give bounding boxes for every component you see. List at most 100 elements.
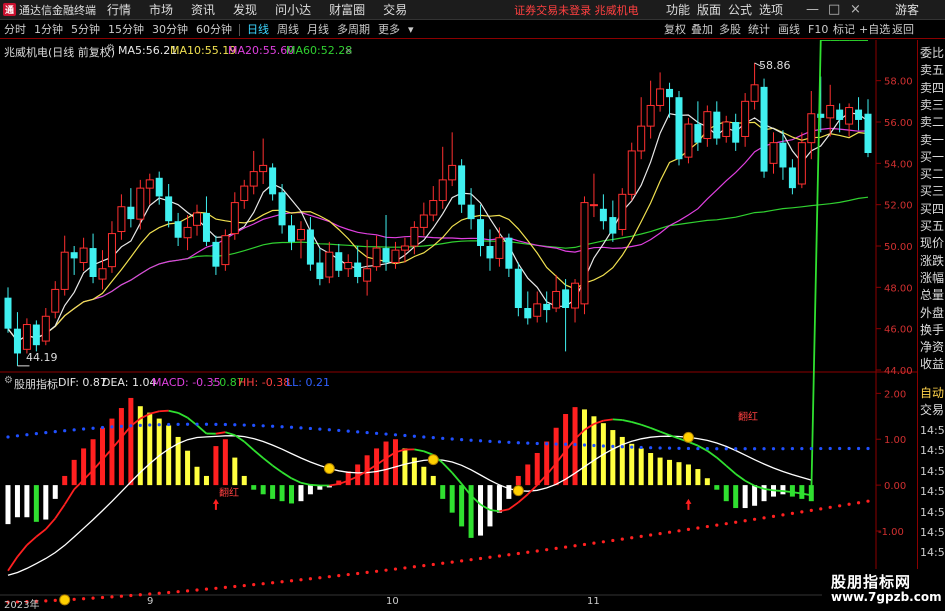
tab-15min[interactable]: 15分钟 — [104, 21, 148, 39]
candle-body-up — [846, 108, 853, 125]
menu-caifuquan[interactable]: 财富圈 — [320, 0, 374, 20]
tab-30min[interactable]: 30分钟 — [148, 21, 192, 39]
menu-gongshi[interactable]: 公式 — [728, 0, 752, 20]
candle-body-up — [827, 105, 834, 117]
ll-dot — [139, 593, 142, 596]
macd-bar — [752, 485, 757, 506]
tab-more[interactable]: 更多 — [374, 21, 404, 39]
auto-trade-label[interactable]: 自动 — [920, 384, 944, 401]
ll-dot — [640, 535, 643, 538]
close-icon[interactable]: × — [850, 0, 861, 20]
add-watchlist-button[interactable]: +自选 — [859, 21, 890, 39]
back-button[interactable]: 返回 — [892, 21, 914, 39]
menu-jiaoyi[interactable]: 交易 — [374, 0, 416, 20]
macd-bar — [15, 485, 20, 517]
huaxian-button[interactable]: 画线 — [778, 21, 800, 39]
logo-icon: 通 — [3, 3, 16, 16]
macd-bar — [686, 464, 691, 485]
price-tick-label: 58.00 — [884, 77, 913, 88]
menu-zixun[interactable]: 资讯 — [182, 0, 224, 20]
hh-value: HH: -0.38 — [238, 376, 290, 389]
candle-body-down — [486, 246, 493, 258]
candle-body-down — [127, 207, 134, 219]
ll-dot — [110, 595, 113, 598]
login-alert[interactable]: 证券交易未登录 兆威机电 — [514, 2, 639, 18]
maximize-icon[interactable]: □ — [828, 0, 840, 20]
ll-dot — [413, 565, 416, 568]
menu-wenxiaoda[interactable]: 问小达 — [266, 0, 320, 20]
diejia-button[interactable]: 叠加 — [691, 21, 713, 39]
hh-dot — [621, 445, 624, 448]
menu-faxian[interactable]: 发现 — [224, 0, 266, 20]
macd-bar — [421, 467, 426, 485]
macd-bar — [223, 439, 228, 485]
dif-segment — [178, 413, 187, 418]
hh-dot — [810, 447, 813, 450]
hh-dot — [252, 424, 255, 427]
ll-dot — [337, 574, 340, 577]
macd-bar — [554, 428, 559, 485]
f10-button[interactable]: F10 — [808, 21, 828, 39]
ll-dot — [696, 526, 699, 529]
price-tick-label: 54.00 — [884, 159, 913, 170]
hh-dot — [857, 447, 860, 450]
hh-dot — [706, 447, 709, 450]
tab-weekly[interactable]: 周线 — [273, 21, 303, 39]
macd-bar — [799, 485, 804, 499]
user-guest[interactable]: 游客 — [895, 0, 919, 20]
biaoji-button[interactable]: 标记 — [833, 21, 855, 39]
menu-gongneng[interactable]: 功能 — [666, 0, 690, 20]
ll-dot — [394, 567, 397, 570]
candle-body-down — [316, 263, 323, 280]
tab-fenshi[interactable]: 分时 — [0, 21, 30, 39]
tab-multi-period[interactable]: 多周期 — [333, 21, 374, 39]
kline-chart[interactable]: 58.0056.0054.0052.0050.0048.0046.0044.00… — [0, 40, 917, 609]
hh-dot — [800, 447, 803, 450]
ll-dot — [649, 533, 652, 536]
macd-bar — [6, 485, 11, 524]
settings-gear-icon[interactable]: ⚙ — [106, 43, 115, 54]
indicator-gear-icon[interactable]: ⚙ — [4, 375, 13, 386]
ind-tick-label: 0.00 — [884, 481, 906, 492]
trade-label[interactable]: 交易 — [920, 401, 944, 418]
menu-hangqing[interactable]: 行情 — [98, 0, 140, 20]
menu-shichang[interactable]: 市场 — [140, 0, 182, 20]
tab-5min[interactable]: 5分钟 — [67, 21, 104, 39]
macd-bar — [119, 408, 124, 485]
hh-dot — [866, 447, 869, 450]
candle-body-down — [779, 143, 786, 168]
tick-time: 14:56 — [920, 465, 945, 478]
tab-60min[interactable]: 60分钟 — [192, 21, 236, 39]
side-label-mai3: 卖三 — [920, 96, 944, 113]
menu-xuanxiang[interactable]: 选项 — [759, 0, 783, 20]
duogu-button[interactable]: 多股 — [719, 21, 741, 39]
tongji-button[interactable]: 统计 — [748, 21, 770, 39]
hh-dot — [545, 442, 548, 445]
close-legend-icon[interactable]: × — [344, 44, 353, 57]
ll-dot — [432, 563, 435, 566]
ll-dot — [252, 583, 255, 586]
candle-body-down — [383, 248, 390, 262]
dif-segment — [273, 466, 282, 473]
candle-body-down — [675, 97, 682, 159]
tab-daily[interactable]: 日线 — [243, 21, 273, 39]
side-label-mai2: 卖二 — [920, 113, 944, 130]
candle-body-up — [439, 180, 446, 201]
candle-body-up — [723, 122, 730, 136]
menu-banmian[interactable]: 版面 — [697, 0, 721, 20]
hh-dot — [271, 425, 274, 428]
chevron-down-icon[interactable]: ▾ — [404, 21, 418, 39]
macd-bar — [506, 485, 511, 499]
minimize-icon[interactable]: — — [806, 0, 819, 20]
tab-monthly[interactable]: 月线 — [303, 21, 333, 39]
side-label-outer: 外盘 — [920, 304, 944, 321]
dif-segment — [736, 474, 745, 481]
tab-1min[interactable]: 1分钟 — [30, 21, 67, 39]
dif-segment — [603, 419, 612, 420]
macd-bar — [270, 485, 275, 499]
app-logo[interactable]: 通 通达信金融终端 — [0, 2, 98, 18]
candle-body-down — [855, 110, 862, 120]
candle-body-down — [307, 229, 314, 264]
ll-dot — [54, 599, 57, 602]
fuquan-button[interactable]: 复权 — [664, 21, 686, 39]
